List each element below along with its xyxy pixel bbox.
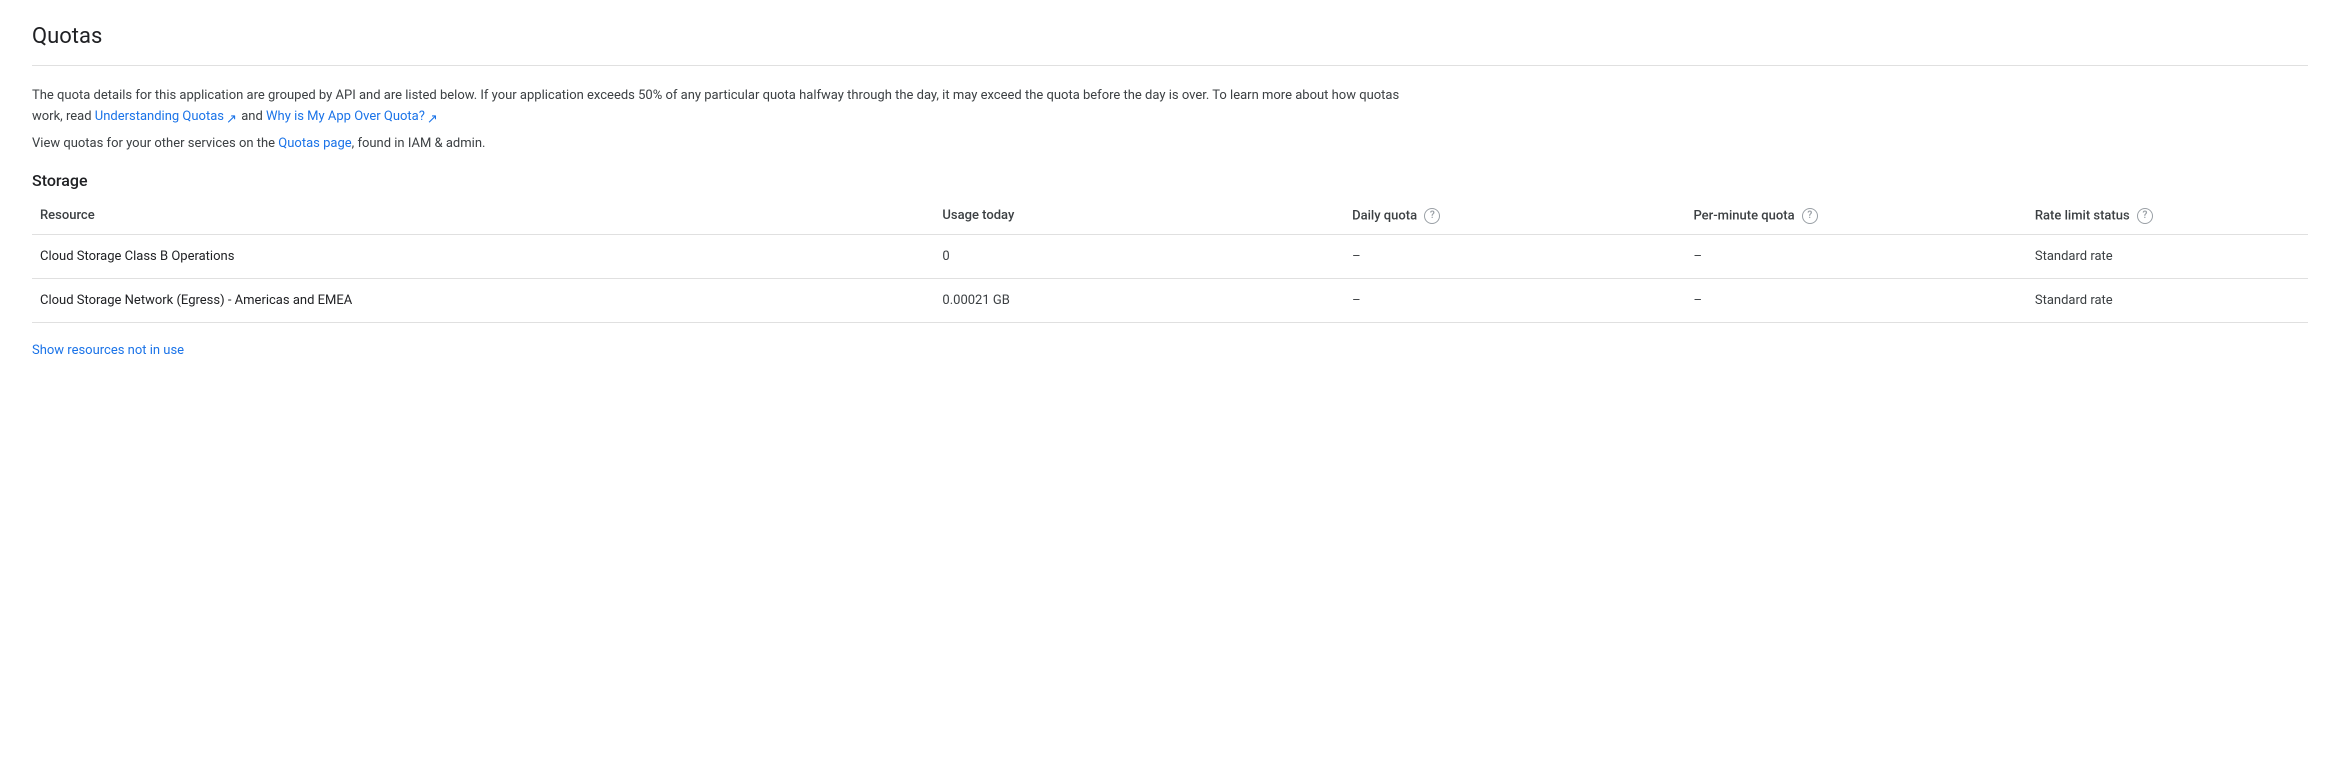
cell-rate-limit-status: Standard rate <box>2035 278 2308 322</box>
divider <box>32 65 2308 66</box>
cell-usage-today: 0.00021 GB <box>942 278 1352 322</box>
cell-resource: Cloud Storage Network (Egress) - America… <box>32 278 942 322</box>
cell-resource: Cloud Storage Class B Operations <box>32 234 942 278</box>
table-row: Cloud Storage Class B Operations0––Stand… <box>32 234 2308 278</box>
col-header-resource: Resource <box>32 198 942 235</box>
table-header-row: Resource Usage today Daily quota ? Per-m… <box>32 198 2308 235</box>
cell-per-minute-quota: – <box>1693 234 2034 278</box>
storage-section-title: Storage <box>32 171 2308 190</box>
daily-quota-help-icon[interactable]: ? <box>1424 208 1440 224</box>
view-quotas-block: View quotas for your other services on t… <box>32 136 2308 151</box>
table-body: Cloud Storage Class B Operations0––Stand… <box>32 234 2308 322</box>
per-minute-quota-help-icon[interactable]: ? <box>1802 208 1818 224</box>
why-over-quota-link[interactable]: Why is My App Over Quota?↗ <box>266 109 439 124</box>
col-header-usage-today: Usage today <box>942 198 1352 235</box>
cell-per-minute-quota: – <box>1693 278 2034 322</box>
show-resources-link[interactable]: Show resources not in use <box>32 343 184 358</box>
quota-table: Resource Usage today Daily quota ? Per-m… <box>32 198 2308 323</box>
view-quotas-text1: View quotas for your other services on t… <box>32 136 278 151</box>
cell-rate-limit-status: Standard rate <box>2035 234 2308 278</box>
cell-daily-quota: – <box>1352 234 1693 278</box>
external-link-icon1: ↗ <box>226 110 238 122</box>
col-header-per-minute-quota: Per-minute quota ? <box>1693 198 2034 235</box>
cell-daily-quota: – <box>1352 278 1693 322</box>
page-container: Quotas The quota details for this applic… <box>0 0 2340 382</box>
table-row: Cloud Storage Network (Egress) - America… <box>32 278 2308 322</box>
col-header-daily-quota: Daily quota ? <box>1352 198 1693 235</box>
understanding-quotas-link[interactable]: Understanding Quotas↗ <box>95 109 238 124</box>
col-header-rate-limit-status: Rate limit status ? <box>2035 198 2308 235</box>
page-title: Quotas <box>32 24 2308 49</box>
description-block: The quota details for this application a… <box>32 86 1432 128</box>
view-quotas-text2: , found in IAM & admin. <box>352 136 486 151</box>
description-and-text: and <box>238 109 266 124</box>
rate-limit-help-icon[interactable]: ? <box>2137 208 2153 224</box>
cell-usage-today: 0 <box>942 234 1352 278</box>
external-link-icon2: ↗ <box>427 110 439 122</box>
quotas-page-link[interactable]: Quotas page <box>278 136 351 151</box>
